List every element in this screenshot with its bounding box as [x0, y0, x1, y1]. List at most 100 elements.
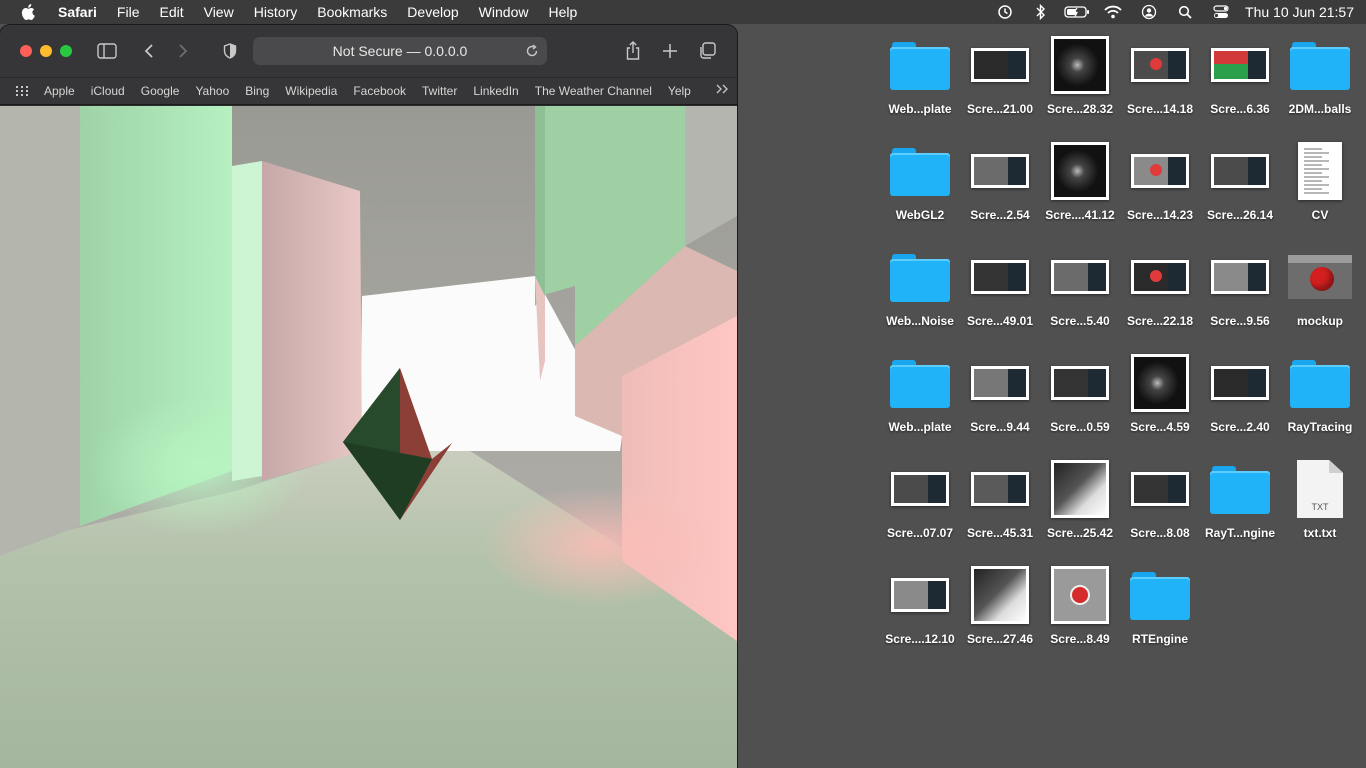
- desktop-item-folder[interactable]: Web...Noise: [880, 242, 960, 342]
- screenshot-thumbnail: [971, 366, 1029, 400]
- apple-menu-icon[interactable]: [0, 4, 56, 20]
- forward-icon[interactable]: [170, 39, 196, 63]
- desktop-item-folder[interactable]: Web...plate: [880, 30, 960, 130]
- desktop-item-label: Web...Noise: [886, 314, 954, 328]
- share-icon[interactable]: [620, 39, 646, 63]
- webgl-canvas[interactable]: [0, 106, 737, 768]
- screenshot-icon: [1200, 242, 1280, 312]
- desktop-item-screenshot[interactable]: Scre...25.42: [1040, 454, 1120, 554]
- favorite-facebook[interactable]: Facebook: [345, 84, 414, 98]
- menu-bookmarks[interactable]: Bookmarks: [307, 4, 397, 20]
- desktop-item-screenshot[interactable]: Scre...8.08: [1120, 454, 1200, 554]
- screenshot-icon: [1120, 348, 1200, 418]
- folder-icon: [1280, 348, 1360, 418]
- desktop-item-screenshot[interactable]: Scre...14.18: [1120, 30, 1200, 130]
- user-icon[interactable]: [1131, 0, 1167, 24]
- favorite-weather-channel[interactable]: The Weather Channel: [527, 84, 660, 98]
- desktop-item-screenshot[interactable]: Scre...9.44: [960, 348, 1040, 448]
- back-icon[interactable]: [136, 39, 162, 63]
- menu-window[interactable]: Window: [469, 4, 539, 20]
- desktop-item-folder[interactable]: 2DM...balls: [1280, 30, 1360, 130]
- favorite-yelp[interactable]: Yelp: [660, 84, 699, 98]
- desktop-item-screenshot[interactable]: Scre...0.59: [1040, 348, 1120, 448]
- menu-edit[interactable]: Edit: [149, 4, 193, 20]
- screenshot-icon: [1120, 136, 1200, 206]
- favorite-wikipedia[interactable]: Wikipedia: [277, 84, 345, 98]
- screenshot-icon: [880, 454, 960, 524]
- desktop-item-screenshot[interactable]: Scre...49.01: [960, 242, 1040, 342]
- desktop-item-folder[interactable]: RayT...ngine: [1200, 454, 1280, 554]
- favorite-bing[interactable]: Bing: [237, 84, 277, 98]
- desktop-item-screenshot[interactable]: Scre...27.46: [960, 560, 1040, 660]
- desktop-item-screenshot[interactable]: Scre...26.14: [1200, 136, 1280, 236]
- desktop-item-folder[interactable]: RayTracing: [1280, 348, 1360, 448]
- favorite-yahoo[interactable]: Yahoo: [187, 84, 237, 98]
- desktop-icons: Web...plate Scre...21.00 Scre...28.32 Scre.…: [880, 30, 1360, 680]
- desktop-item-screenshot[interactable]: Scre...22.18: [1120, 242, 1200, 342]
- screenshot-thumbnail: [1051, 142, 1109, 200]
- desktop-item-image[interactable]: mockup: [1280, 242, 1360, 342]
- screenshot-icon: [960, 348, 1040, 418]
- desktop-item-label: Scre...2.54: [970, 208, 1030, 222]
- desktop-item-folder[interactable]: Web...plate: [880, 348, 960, 448]
- desktop-item-screenshot[interactable]: Scre....41.12: [1040, 136, 1120, 236]
- screenshot-thumbnail: [1131, 354, 1189, 412]
- desktop-item-label: Scre...14.23: [1126, 208, 1194, 222]
- menu-develop[interactable]: Develop: [397, 4, 468, 20]
- bluetooth-icon[interactable]: [1023, 0, 1059, 24]
- desktop-item-screenshot[interactable]: Scre...28.32: [1040, 30, 1120, 130]
- favorites-grid-icon[interactable]: [0, 86, 36, 96]
- time-machine-icon[interactable]: [987, 0, 1023, 24]
- folder-icon: [1120, 560, 1200, 630]
- desktop-item-screenshot[interactable]: Scre....12.10: [880, 560, 960, 660]
- desktop-item-screenshot[interactable]: Scre...9.56: [1200, 242, 1280, 342]
- menubar-clock[interactable]: Thu 10 Jun 21:57: [1239, 4, 1366, 20]
- desktop-item-folder[interactable]: RTEngine: [1120, 560, 1200, 660]
- window-close-button[interactable]: [20, 45, 32, 57]
- desktop-item-screenshot[interactable]: Scre...4.59: [1120, 348, 1200, 448]
- desktop-item-label: Scre...0.59: [1050, 420, 1110, 434]
- text-file-icon: TXT: [1280, 454, 1360, 524]
- battery-icon[interactable]: [1059, 0, 1095, 24]
- favorite-icloud[interactable]: iCloud: [83, 84, 133, 98]
- desktop-item-screenshot[interactable]: Scre...2.54: [960, 136, 1040, 236]
- desktop-item-folder[interactable]: WebGL2: [880, 136, 960, 236]
- favorite-linkedin[interactable]: LinkedIn: [465, 84, 526, 98]
- desktop-item-screenshot[interactable]: Scre...21.00: [960, 30, 1040, 130]
- address-bar[interactable]: Not Secure — 0.0.0.0: [253, 37, 547, 65]
- screenshot-thumbnail: [1131, 260, 1189, 294]
- menu-file[interactable]: File: [107, 4, 150, 20]
- privacy-shield-icon[interactable]: [217, 39, 243, 63]
- desktop-item-screenshot[interactable]: Scre...8.49: [1040, 560, 1120, 660]
- window-minimize-button[interactable]: [40, 45, 52, 57]
- desktop-item-text-file[interactable]: TXT txt.txt: [1280, 454, 1360, 554]
- sidebar-toggle-icon[interactable]: [94, 39, 120, 63]
- folder-icon: [880, 242, 960, 312]
- desktop-item-screenshot[interactable]: Scre...45.31: [960, 454, 1040, 554]
- favorite-twitter[interactable]: Twitter: [414, 84, 465, 98]
- favorites-overflow-icon[interactable]: [715, 83, 729, 98]
- desktop-item-screenshot[interactable]: Scre...07.07: [880, 454, 960, 554]
- wifi-icon[interactable]: [1095, 0, 1131, 24]
- menu-view[interactable]: View: [194, 4, 244, 20]
- menu-help[interactable]: Help: [538, 4, 587, 20]
- screenshot-thumbnail: [1211, 154, 1269, 188]
- search-icon[interactable]: [1167, 0, 1203, 24]
- desktop-item-label: Scre...9.44: [970, 420, 1030, 434]
- desktop-item-screenshot[interactable]: Scre...14.23: [1120, 136, 1200, 236]
- menu-history[interactable]: History: [244, 4, 308, 20]
- desktop-item-document[interactable]: CV: [1280, 136, 1360, 236]
- desktop-item-label: Scre...26.14: [1206, 208, 1274, 222]
- favorite-apple[interactable]: Apple: [36, 84, 83, 98]
- screenshot-thumbnail: [971, 48, 1029, 82]
- desktop-item-screenshot[interactable]: Scre...6.36: [1200, 30, 1280, 130]
- desktop-item-screenshot[interactable]: Scre...5.40: [1040, 242, 1120, 342]
- menu-app-name[interactable]: Safari: [56, 4, 107, 20]
- control-center-icon[interactable]: [1203, 0, 1239, 24]
- tab-overview-icon[interactable]: [694, 39, 720, 63]
- desktop-item-screenshot[interactable]: Scre...2.40: [1200, 348, 1280, 448]
- reload-icon[interactable]: [523, 42, 541, 60]
- favorite-google[interactable]: Google: [133, 84, 188, 98]
- new-tab-icon[interactable]: [657, 39, 683, 63]
- window-zoom-button[interactable]: [60, 45, 72, 57]
